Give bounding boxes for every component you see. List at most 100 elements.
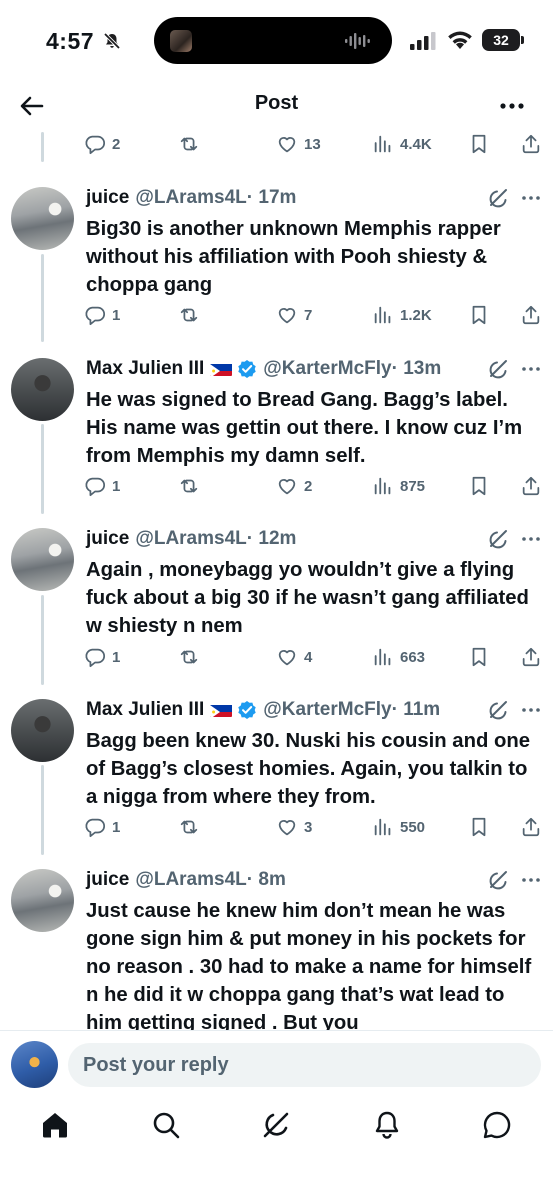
like-button[interactable]: 13 [276,130,321,158]
grok-icon[interactable] [488,358,510,380]
wifi-icon [448,31,472,49]
avatar[interactable] [11,699,74,762]
reply-input[interactable]: Post your reply [68,1043,541,1087]
views-button[interactable]: 875 [372,472,425,500]
repost-button[interactable] [178,472,200,500]
author-name[interactable]: juice [86,869,129,891]
bookmark-icon [472,817,486,837]
reply-button[interactable]: 2 [84,130,120,158]
repost-icon [180,820,198,834]
more-options-icon[interactable] [499,94,525,118]
avatar[interactable] [11,528,74,591]
like-button[interactable]: 2 [276,472,312,500]
views-button[interactable]: 550 [372,813,425,841]
grok-icon[interactable] [261,1110,291,1140]
battery-indicator: 32 [482,29,520,51]
reply-button[interactable]: 1 [84,301,120,329]
share-button[interactable] [520,643,542,671]
reply-count: 1 [112,306,121,324]
share-icon [522,647,540,667]
reply-icon [85,306,106,326]
more-options-icon[interactable] [520,358,542,380]
grok-icon[interactable] [488,528,510,550]
author-handle[interactable]: @LArams4L [135,187,246,209]
tweet-actions: 2 13 4.4K [84,130,544,158]
repost-button[interactable] [178,813,200,841]
reply-button[interactable]: 1 [84,472,120,500]
avatar[interactable] [11,358,74,421]
author-name[interactable]: Max Julien III [86,699,204,721]
more-options-icon[interactable] [520,699,542,721]
bookmark-button[interactable] [468,130,490,158]
more-options-icon[interactable] [520,528,542,550]
bookmark-button[interactable] [468,643,490,671]
tweet-header: juice @LArams4L · 17m [86,184,533,212]
reply-icon [85,477,106,497]
share-button[interactable] [520,472,542,500]
reply-button[interactable]: 1 [84,643,120,671]
messages-icon[interactable] [482,1110,512,1140]
grok-icon[interactable] [488,699,510,721]
views-chart-icon [374,648,391,666]
repost-button[interactable] [178,643,200,671]
reply-icon [85,818,106,838]
like-button[interactable]: 3 [276,813,312,841]
tweet-actions: 1 4 663 [84,643,544,671]
share-icon [522,476,540,496]
grok-icon[interactable] [488,869,510,891]
bookmark-button[interactable] [468,472,490,500]
repost-icon [180,137,198,151]
more-options-icon[interactable] [520,187,542,209]
repost-button[interactable] [178,130,200,158]
tweet-header: Max Julien III @KarterMcFly · 11m [86,696,533,724]
reply-count: 1 [112,818,121,836]
author-handle[interactable]: @KarterMcFly [263,699,391,721]
share-button[interactable] [520,813,542,841]
dynamic-island[interactable] [154,17,392,64]
heart-icon [278,308,296,324]
author-name[interactable]: Max Julien III [86,358,204,380]
tweet-text: Again , moneybagg yo wouldn’t give a fly… [86,559,529,637]
home-icon[interactable] [40,1110,70,1140]
post-time: · 17m [246,187,297,208]
bell-off-icon [103,32,121,50]
bookmark-button[interactable] [468,813,490,841]
like-count: 4 [304,648,313,666]
author-handle[interactable]: @LArams4L [135,869,246,891]
bookmark-icon [472,476,486,496]
reply-icon [85,648,106,668]
share-button[interactable] [520,301,542,329]
thread-line [41,424,44,514]
tweet[interactable]: juice @LArams4L · 8m Just cause he knew … [0,866,553,1030]
reply-button[interactable]: 1 [84,813,120,841]
like-button[interactable]: 7 [276,301,312,329]
author-name[interactable]: juice [86,528,129,550]
share-button[interactable] [520,130,542,158]
author-handle[interactable]: @LArams4L [135,528,246,550]
views-button[interactable]: 663 [372,643,425,671]
post-time: · 13m [391,358,442,379]
philippines-flag-icon [210,703,233,717]
like-button[interactable]: 4 [276,643,312,671]
author-name[interactable]: juice [86,187,129,209]
audio-waveform-icon [345,33,370,49]
bookmark-button[interactable] [468,301,490,329]
views-button[interactable]: 4.4K [372,130,432,158]
share-icon [522,305,540,325]
views-chart-icon [374,818,391,836]
search-icon[interactable] [151,1110,181,1140]
avatar[interactable] [11,187,74,250]
avatar[interactable] [11,869,74,932]
grok-icon[interactable] [488,187,510,209]
views-button[interactable]: 1.2K [372,301,432,329]
more-options-icon[interactable] [520,869,542,891]
tweet-header: Max Julien III @KarterMcFly · 13m [86,355,533,383]
author-handle[interactable]: @KarterMcFly [263,358,391,380]
notifications-bell-icon[interactable] [372,1110,402,1140]
repost-button[interactable] [178,301,200,329]
user-avatar[interactable] [11,1041,58,1088]
heart-icon [278,820,296,836]
tweet-actions: 1 3 550 [84,813,544,841]
post-time: · 12m [246,528,297,549]
views-chart-icon [374,477,391,495]
